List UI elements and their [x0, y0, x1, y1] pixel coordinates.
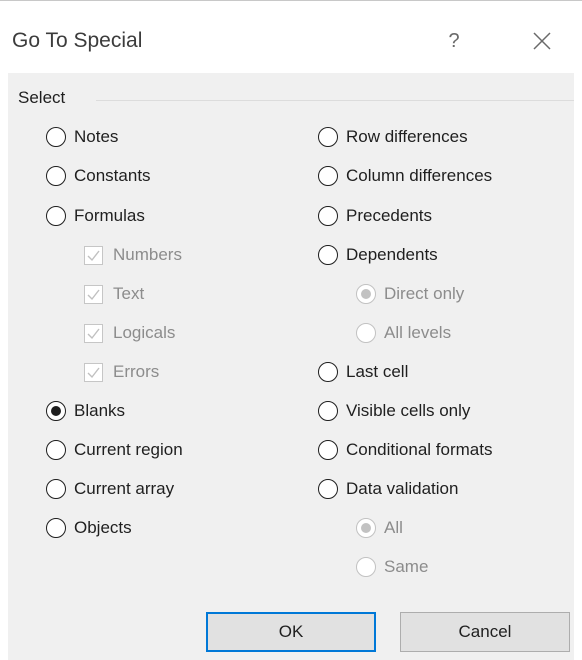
- checkmark-icon: [87, 367, 100, 378]
- group-divider: [96, 100, 574, 101]
- radio-indicator[interactable]: [46, 127, 66, 147]
- radio-last-cell[interactable]: Last cell: [318, 358, 408, 386]
- radio-label: All levels: [384, 323, 452, 342]
- radio-label: All: [384, 518, 403, 537]
- radio-constants[interactable]: Constants: [46, 162, 151, 190]
- radio-dependents[interactable]: Dependents: [318, 241, 438, 269]
- cancel-button[interactable]: Cancel: [400, 612, 570, 652]
- radio-label: Current array: [74, 479, 175, 498]
- checkbox-indicator[interactable]: [84, 245, 103, 265]
- radio-column-differences[interactable]: Column differences: [318, 162, 492, 190]
- checkbox-numbers[interactable]: Numbers: [84, 241, 182, 269]
- checkbox-label: Logicals: [113, 323, 176, 342]
- radio-label: Formulas: [74, 206, 145, 225]
- radio-indicator[interactable]: [318, 401, 338, 421]
- checkbox-indicator[interactable]: [84, 323, 103, 343]
- radio-label: Constants: [74, 166, 151, 185]
- title-bar: Go To Special ?: [0, 1, 582, 73]
- close-icon: [524, 23, 560, 59]
- radio-label: Same: [384, 557, 429, 576]
- help-button[interactable]: ?: [436, 23, 472, 59]
- radio-label: Data validation: [346, 479, 459, 498]
- radio-direct-only[interactable]: Direct only: [356, 280, 464, 308]
- radio-label: Last cell: [346, 362, 409, 381]
- radio-validation-all[interactable]: All: [356, 514, 403, 542]
- radio-precedents[interactable]: Precedents: [318, 202, 432, 230]
- ok-button[interactable]: OK: [206, 612, 376, 652]
- checkmark-icon: [87, 250, 100, 261]
- dialog-title: Go To Special: [12, 29, 143, 52]
- radio-indicator[interactable]: [46, 440, 66, 460]
- radio-indicator[interactable]: [356, 518, 376, 538]
- radio-label: Visible cells only: [346, 401, 471, 420]
- radio-label: Conditional formats: [346, 440, 493, 459]
- checkbox-errors[interactable]: Errors: [84, 358, 159, 386]
- radio-notes[interactable]: Notes: [46, 123, 118, 151]
- radio-indicator[interactable]: [46, 401, 66, 421]
- close-button[interactable]: [524, 23, 560, 59]
- radio-indicator[interactable]: [318, 362, 338, 382]
- radio-indicator[interactable]: [356, 557, 376, 577]
- radio-label: Dependents: [346, 245, 438, 264]
- radio-indicator[interactable]: [46, 479, 66, 499]
- radio-label: Objects: [74, 518, 132, 537]
- radio-conditional-formats[interactable]: Conditional formats: [318, 436, 492, 464]
- radio-formulas[interactable]: Formulas: [46, 202, 145, 230]
- radio-indicator[interactable]: [46, 518, 66, 538]
- checkbox-logicals[interactable]: Logicals: [84, 319, 175, 347]
- checkbox-label: Errors: [113, 362, 160, 381]
- radio-label: Column differences: [346, 166, 493, 185]
- radio-all-levels[interactable]: All levels: [356, 319, 451, 347]
- checkmark-icon: [87, 328, 100, 339]
- radio-label: Direct only: [384, 284, 465, 303]
- radio-data-validation[interactable]: Data validation: [318, 475, 458, 503]
- radio-indicator[interactable]: [318, 479, 338, 499]
- checkmark-icon: [87, 289, 100, 300]
- radio-label: Precedents: [346, 206, 432, 225]
- radio-indicator[interactable]: [46, 166, 66, 186]
- checkbox-label: Text: [113, 284, 145, 303]
- radio-indicator[interactable]: [356, 323, 376, 343]
- radio-objects[interactable]: Objects: [46, 514, 132, 542]
- radio-visible-cells-only[interactable]: Visible cells only: [318, 397, 470, 425]
- radio-label: Current region: [74, 440, 183, 459]
- checkbox-label: Numbers: [113, 245, 182, 264]
- radio-row-differences[interactable]: Row differences: [318, 123, 468, 151]
- radio-indicator[interactable]: [356, 284, 376, 304]
- dialog-body: Select Notes Constants Formulas Numbers …: [8, 73, 574, 660]
- radio-label: Notes: [74, 127, 119, 146]
- checkbox-text[interactable]: Text: [84, 280, 144, 308]
- radio-blanks[interactable]: Blanks: [46, 397, 125, 425]
- radio-label: Blanks: [74, 401, 126, 420]
- radio-current-array[interactable]: Current array: [46, 475, 174, 503]
- radio-indicator[interactable]: [46, 206, 66, 226]
- group-label-select: Select: [18, 88, 72, 108]
- radio-indicator[interactable]: [318, 245, 338, 265]
- checkbox-indicator[interactable]: [84, 362, 103, 382]
- radio-indicator[interactable]: [318, 440, 338, 460]
- radio-indicator[interactable]: [318, 166, 338, 186]
- radio-label: Row differences: [346, 127, 468, 146]
- radio-indicator[interactable]: [318, 127, 338, 147]
- radio-current-region[interactable]: Current region: [46, 436, 183, 464]
- checkbox-indicator[interactable]: [84, 284, 103, 304]
- radio-indicator[interactable]: [318, 206, 338, 226]
- radio-validation-same[interactable]: Same: [356, 553, 428, 581]
